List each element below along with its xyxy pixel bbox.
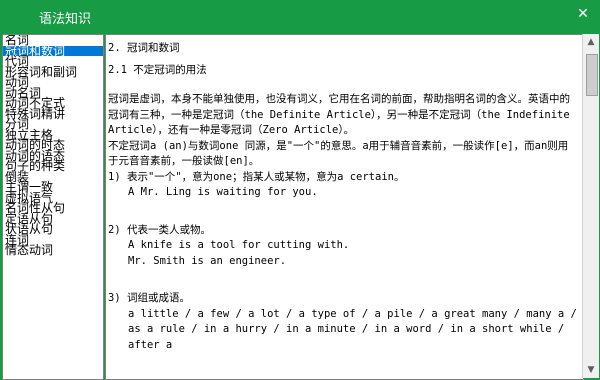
article: 2. 冠词和数词 2.1 不定冠词的用法 冠词是虚词，本身不能单独使用，也没有词…	[108, 41, 578, 353]
vertical-scrollbar[interactable]: ▲ ▼	[582, 34, 599, 378]
scroll-down-icon[interactable]: ▼	[583, 362, 599, 378]
scroll-thumb[interactable]	[586, 54, 598, 96]
window-title: 语法知识	[39, 12, 92, 27]
content-panel[interactable]: 2. 冠词和数词 2.1 不定冠词的用法 冠词是虚词，本身不能单独使用，也没有词…	[105, 34, 584, 380]
list-item-2: 2) 代表一类人或物。	[108, 223, 211, 236]
list-item-1: 1) 表示"一个"，意为one；指某人或某物，意为a certain。	[108, 170, 405, 183]
list-item-3: 3) 词组或成语。	[108, 292, 190, 304]
example-2b: Mr. Smith is an engineer.	[128, 254, 287, 267]
example-1: A Mr. Ling is waiting for you.	[128, 186, 318, 198]
paragraph-intro: 冠词是虚词，本身不能单独使用，也没有词义，它用在名词的前面，帮助指明名词的含义。…	[108, 93, 570, 136]
example-2a: A knife is a tool for cutting with.	[128, 239, 350, 251]
section-heading: 2. 冠词和数词	[108, 42, 180, 54]
scroll-up-icon[interactable]: ▲	[583, 34, 599, 50]
topic-list[interactable]: 名词 冠词和数词 代词 形容词和副词 动词 动名词 动词不定式 特殊词精讲 分词 独立主格 动词的时…	[2, 34, 104, 380]
close-icon: ✕	[577, 6, 589, 22]
title-bar: 语法知识 ✕	[0, 0, 600, 32]
paragraph-indefinite: 不定冠词a (an)与数词one 同源，是"一个"的意思。a用于辅音音素前，一般…	[108, 139, 569, 168]
close-button[interactable]: ✕	[574, 6, 592, 22]
example-3: a little / a few / a lot / a type of / a…	[128, 307, 577, 351]
subsection-heading: 2.1 不定冠词的用法	[108, 63, 207, 76]
app-window: 语法知识 ✕ 名词 冠词和数词 代词 形容词和副词 动词 动名词 动词不定式 特殊词精讲 分词独…	[0, 0, 600, 380]
sidebar-item[interactable]: 情态动词	[3, 244, 103, 255]
